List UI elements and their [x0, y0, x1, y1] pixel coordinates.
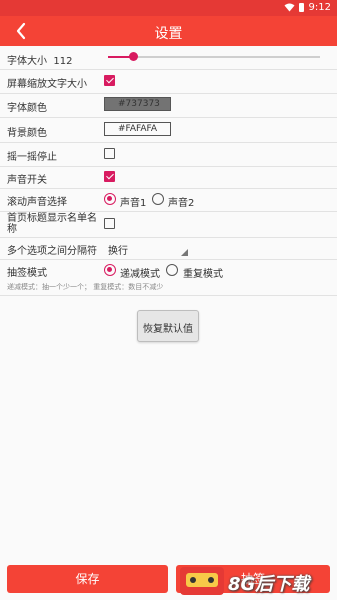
restore-default-button[interactable]: 恢复默认值: [137, 310, 199, 342]
screen-scale-font-checkbox[interactable]: [104, 75, 115, 86]
decrement-mode-label[interactable]: 递减模式: [120, 265, 160, 280]
font-size-label: 字体大小 112: [7, 56, 73, 67]
setting-draw-mode: 抽签模式 递减模式 重复模式 递减模式：抽一个少一个； 重复模式：数目不减少: [0, 259, 337, 296]
setting-font-color: 字体颜色 #737373: [0, 93, 337, 118]
setting-home-title: 首页标题显示名单名称: [0, 211, 337, 238]
sound-switch-checkbox[interactable]: [104, 171, 115, 182]
font-color-value: #737373: [118, 99, 160, 109]
app-bar: 设置: [0, 16, 337, 46]
repeat-mode-label[interactable]: 重复模式: [183, 265, 223, 280]
status-time: 9:12: [308, 2, 331, 13]
setting-bg-color: 背景颜色 #FAFAFA: [0, 117, 337, 143]
sound2-radio[interactable]: [152, 193, 164, 205]
bg-color-swatch[interactable]: #FAFAFA: [104, 122, 171, 136]
save-button[interactable]: 保存: [7, 565, 168, 593]
font-color-label: 字体颜色: [7, 103, 47, 114]
font-size-slider[interactable]: [108, 52, 320, 62]
draw-mode-hint: 递减模式：抽一个少一个； 重复模式：数目不减少: [7, 283, 164, 291]
sound2-label[interactable]: 声音2: [168, 194, 194, 209]
draw-mode-label: 抽签模式: [7, 268, 47, 279]
screen-scale-font-label: 屏幕缩放文字大小: [7, 79, 87, 90]
setting-separator: 多个选项之间分隔符 换行: [0, 237, 337, 260]
sound1-label[interactable]: 声音1: [120, 194, 146, 209]
setting-font-size: 字体大小 112: [0, 46, 337, 70]
status-bar: 9:12: [0, 0, 337, 16]
setting-screen-scale-font: 屏幕缩放文字大小: [0, 69, 337, 94]
watermark-text: 8G后下载: [228, 574, 310, 595]
dropdown-arrow-icon: [181, 249, 188, 256]
decrement-mode-radio[interactable]: [104, 264, 116, 276]
sound1-radio[interactable]: [104, 193, 116, 205]
slider-track: [108, 56, 320, 58]
restore-default-label: 恢复默认值: [143, 324, 193, 335]
bg-color-value: #FAFAFA: [118, 124, 158, 134]
slider-thumb[interactable]: [129, 52, 139, 61]
setting-sound-switch: 声音开关: [0, 166, 337, 189]
watermark-badge-icon: [180, 567, 224, 595]
sound-switch-label: 声音开关: [7, 175, 47, 186]
separator-dropdown[interactable]: 换行: [108, 240, 188, 257]
save-label: 保存: [75, 572, 100, 586]
watermark: 8G后下载: [180, 565, 336, 598]
separator-label: 多个选项之间分隔符: [7, 246, 97, 257]
font-color-swatch[interactable]: #737373: [104, 97, 171, 111]
battery-icon: [299, 3, 304, 12]
shake-stop-checkbox[interactable]: [104, 148, 115, 159]
scroll-sound-label: 滚动声音选择: [7, 197, 67, 208]
bg-color-label: 背景颜色: [7, 128, 47, 139]
setting-scroll-sound: 滚动声音选择 声音1 声音2: [0, 188, 337, 212]
separator-value: 换行: [108, 246, 128, 257]
repeat-mode-radio[interactable]: [166, 264, 178, 276]
wifi-icon: [284, 3, 295, 12]
home-title-checkbox[interactable]: [104, 218, 115, 229]
shake-stop-label: 摇一摇停止: [7, 152, 57, 163]
page-title: 设置: [154, 26, 183, 42]
home-title-label: 首页标题显示名单名称: [7, 213, 97, 235]
setting-shake-stop: 摇一摇停止: [0, 142, 337, 167]
